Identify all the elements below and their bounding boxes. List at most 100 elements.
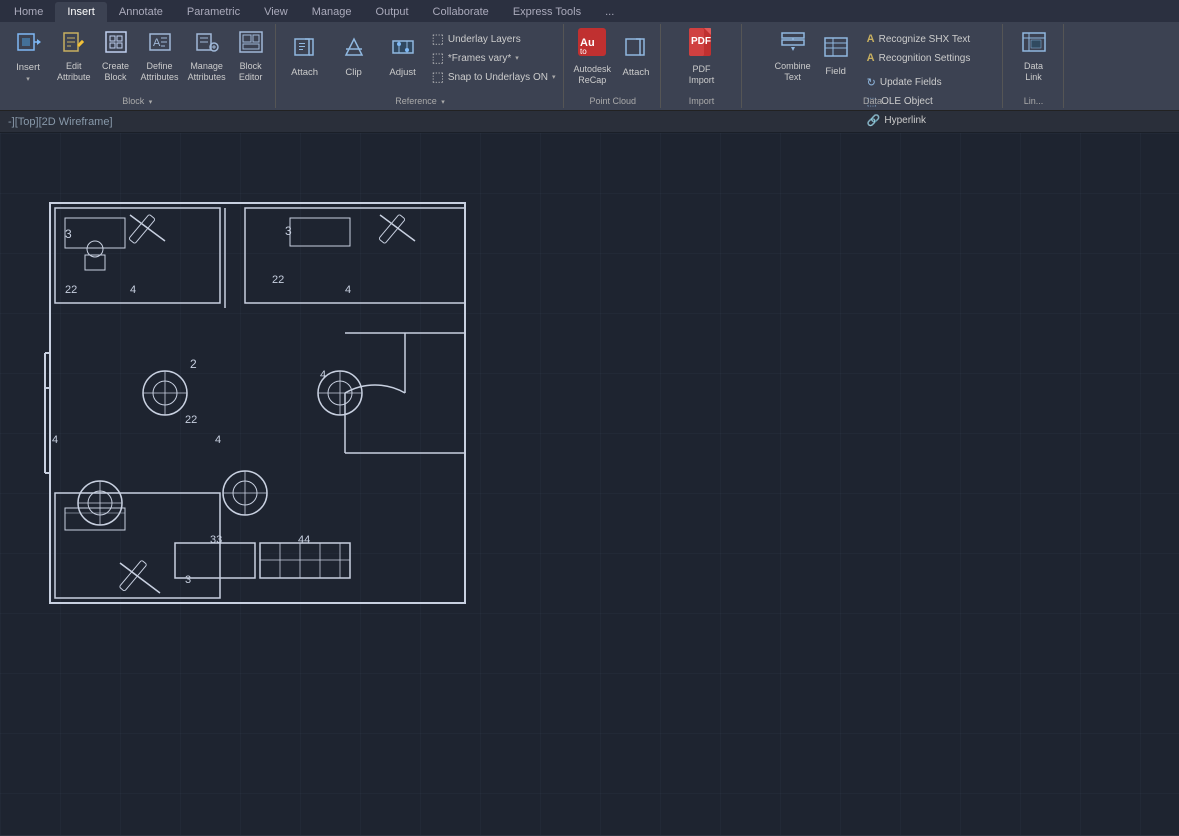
frames-arrow: ▾ <box>515 54 519 62</box>
recognition-settings-label: Recognition Settings <box>879 53 971 64</box>
autocad-recap-label: AutodeskReCap <box>573 64 611 86</box>
underlay-layers-label: Underlay Layers <box>448 34 521 45</box>
frames-vary-button[interactable]: ⬚ *Frames vary* ▾ <box>428 49 560 67</box>
attach-pc-button[interactable]: Attach <box>616 26 656 86</box>
hyperlink-icon: 🔗 <box>867 114 881 127</box>
define-attributes-icon: A <box>147 29 173 59</box>
tab-parametric[interactable]: Parametric <box>175 2 252 22</box>
block-editor-label: BlockEditor <box>239 61 263 83</box>
tab-manage[interactable]: Manage <box>300 2 364 22</box>
svg-text:PDF: PDF <box>691 36 711 47</box>
data-link-button[interactable]: DataLink <box>1014 26 1054 86</box>
reference-group-label: Reference ▾ <box>277 96 564 106</box>
adjust-label: Adjust <box>389 67 415 78</box>
point-cloud-group-label: Point Cloud <box>565 96 660 106</box>
tab-home[interactable]: Home <box>2 2 55 22</box>
view-bar: -][Top][2D Wireframe] <box>0 111 1179 133</box>
tab-annotate[interactable]: Annotate <box>107 2 175 22</box>
link-group-label: Lin... <box>1004 96 1063 106</box>
autocad-recap-icon: Au to <box>576 26 608 62</box>
field-label: Field <box>825 66 846 77</box>
svg-text:22: 22 <box>65 284 77 296</box>
recognize-shx-icon: A <box>867 33 875 45</box>
group-point-cloud: Au to AutodeskReCap Attach <box>565 24 661 108</box>
update-fields-icon: ↻ <box>867 76 876 89</box>
group-block-definition: Attach Clip <box>277 24 565 108</box>
floorplan-svg: 3 22 4 3 22 <box>30 193 480 613</box>
clip-label: Clip <box>345 67 361 78</box>
recognize-shx-label: Recognize SHX Text <box>879 34 971 45</box>
pdf-import-icon: PDF <box>686 26 718 62</box>
block-group-label: Block ▾ <box>0 96 275 106</box>
block-editor-button[interactable]: BlockEditor <box>231 26 271 86</box>
svg-text:4: 4 <box>130 284 136 296</box>
adjust-button[interactable]: Adjust <box>379 26 427 86</box>
tab-view[interactable]: View <box>252 2 300 22</box>
svg-text:4: 4 <box>345 284 351 296</box>
group-link: DataLink Lin... <box>1004 24 1064 108</box>
group-data: CombineText Field <box>743 24 1003 108</box>
manage-attributes-button[interactable]: ManageAttributes <box>184 26 230 86</box>
recognition-settings-icon: A <box>867 52 875 64</box>
insert-button[interactable]: Insert ▾ <box>4 26 52 86</box>
edit-attribute-button[interactable]: EditAttribute <box>53 26 95 86</box>
define-attributes-button[interactable]: A DefineAttributes <box>137 26 183 86</box>
svg-text:A: A <box>153 37 161 49</box>
combine-text-icon <box>780 29 806 59</box>
tab-insert[interactable]: Insert <box>55 2 107 22</box>
snap-underlays-label: Snap to Underlays ON <box>448 72 548 83</box>
clip-button[interactable]: Clip <box>330 26 378 86</box>
adjust-icon <box>389 33 417 65</box>
data-group-label: Data <box>743 96 1002 106</box>
update-fields-label: Update Fields <box>880 77 942 88</box>
recognize-shx-button[interactable]: A Recognize SHX Text <box>863 30 975 48</box>
attach-button[interactable]: Attach <box>281 26 329 86</box>
tab-more[interactable]: ... <box>593 2 626 22</box>
svg-text:4: 4 <box>215 434 221 446</box>
group-block: Insert ▾ EditAttribute <box>0 24 276 108</box>
underlay-layers-button[interactable]: ⬚ Underlay Layers <box>428 30 560 48</box>
attach-icon <box>291 33 319 65</box>
svg-text:33: 33 <box>210 534 222 546</box>
autocad-recap-button[interactable]: Au to AutodeskReCap <box>569 26 615 86</box>
recognition-settings-button[interactable]: A Recognition Settings <box>863 49 975 67</box>
svg-text:to: to <box>580 47 587 56</box>
canvas-area[interactable]: 3 22 4 3 22 <box>0 133 1179 835</box>
manage-attributes-label: ManageAttributes <box>188 61 226 83</box>
update-fields-button[interactable]: ↻ Update Fields <box>863 73 975 91</box>
create-block-button[interactable]: CreateBlock <box>96 26 136 86</box>
view-info: -][Top][2D Wireframe] <box>8 116 113 128</box>
svg-text:3: 3 <box>185 574 191 586</box>
svg-text:3: 3 <box>65 227 72 241</box>
attach-pc-icon <box>622 33 650 65</box>
tab-collaborate[interactable]: Collaborate <box>421 2 501 22</box>
group-import: PDF PDFImport Import <box>662 24 742 108</box>
hyperlink-button[interactable]: 🔗 Hyperlink <box>863 111 975 129</box>
data-link-label: DataLink <box>1024 61 1043 83</box>
svg-text:44: 44 <box>298 534 310 546</box>
field-icon <box>823 34 849 64</box>
snap-underlays-button[interactable]: ⬚ Snap to Underlays ON ▾ <box>428 68 560 86</box>
combine-text-button[interactable]: CombineText <box>771 26 815 86</box>
tab-express[interactable]: Express Tools <box>501 2 593 22</box>
block-editor-icon <box>238 29 264 59</box>
combine-text-label: CombineText <box>775 61 811 83</box>
insert-icon <box>14 28 42 60</box>
data-link-icon <box>1021 29 1047 59</box>
clip-icon <box>340 33 368 65</box>
pdf-import-button[interactable]: PDF PDFImport <box>678 26 726 86</box>
tab-output[interactable]: Output <box>364 2 421 22</box>
svg-text:4: 4 <box>320 369 326 381</box>
svg-text:22: 22 <box>185 414 197 426</box>
edit-attribute-label: EditAttribute <box>57 61 91 83</box>
hyperlink-label: Hyperlink <box>884 115 926 126</box>
snap-arrow: ▾ <box>552 73 556 81</box>
insert-arrow: ▾ <box>26 76 30 84</box>
insert-label: Insert <box>16 62 40 73</box>
block-group-arrow[interactable]: ▾ <box>149 98 153 106</box>
tab-bar: Home Insert Annotate Parametric View Man… <box>0 0 1179 22</box>
ribbon-content: Insert ▾ EditAttribute <box>0 22 1179 110</box>
attach-pc-label: Attach <box>623 67 650 78</box>
reference-group-arrow[interactable]: ▾ <box>441 98 445 106</box>
field-button[interactable]: Field <box>816 26 856 86</box>
